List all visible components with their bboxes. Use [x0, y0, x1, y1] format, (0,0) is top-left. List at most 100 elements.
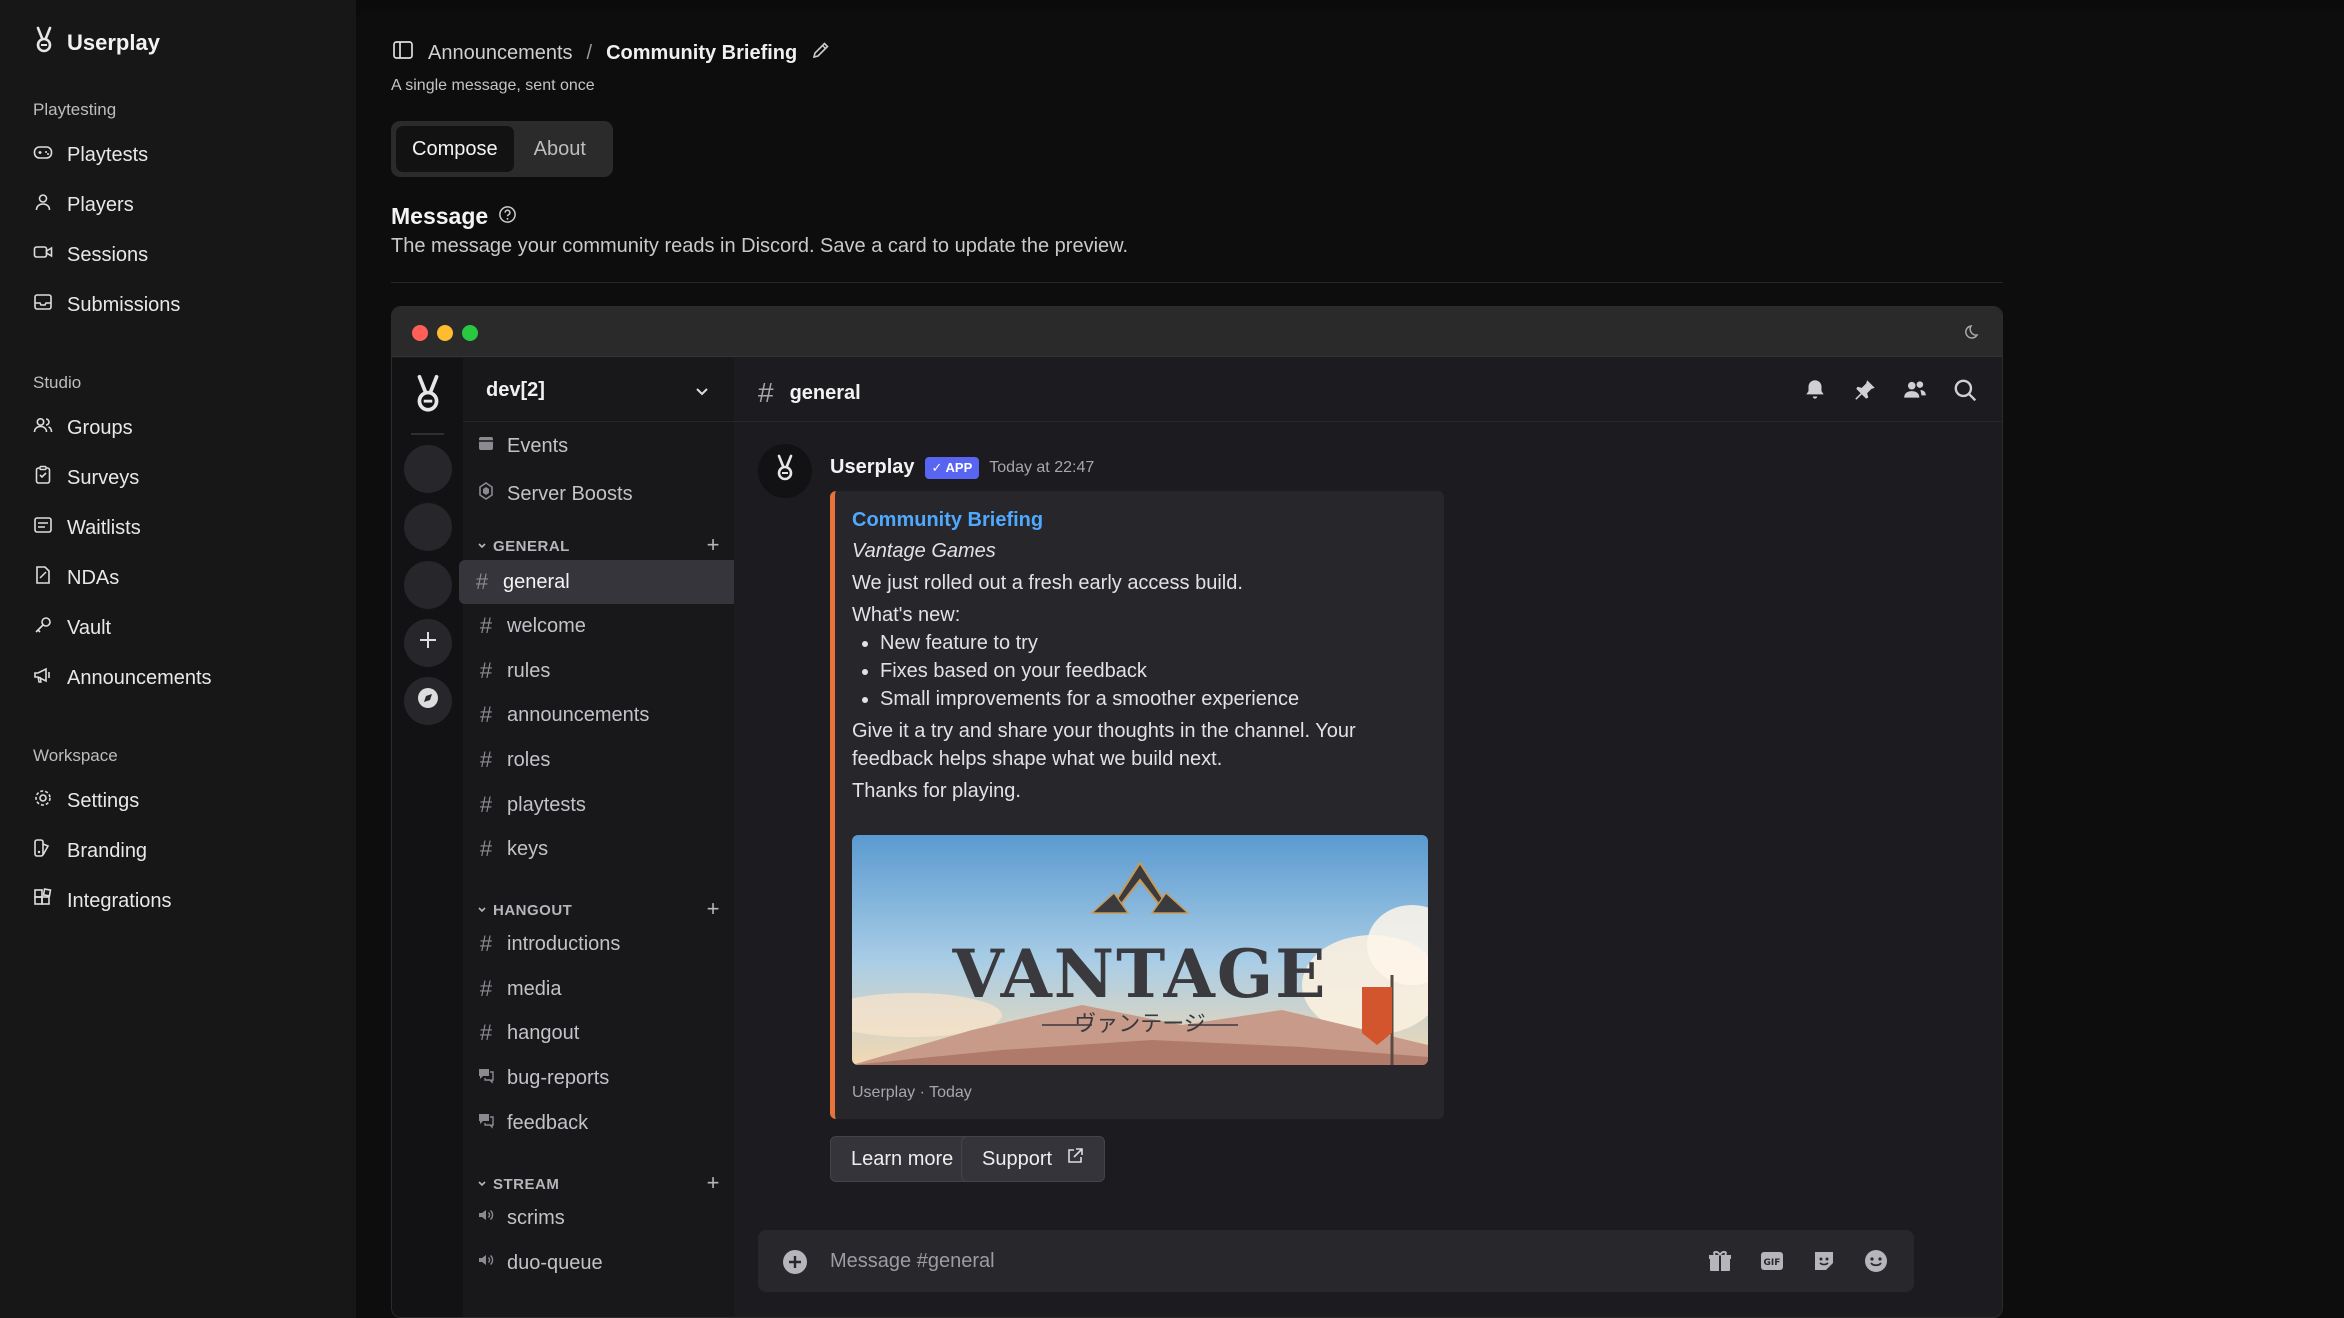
tab-compose[interactable]: Compose — [396, 126, 514, 172]
tab-about[interactable]: About — [518, 126, 602, 172]
server-icon[interactable] — [404, 503, 452, 551]
speaker-icon — [477, 1206, 495, 1230]
add-attachment-icon[interactable] — [782, 1249, 808, 1281]
brand[interactable]: Userplay — [33, 26, 160, 60]
channel-keys[interactable]: # keys — [463, 827, 734, 871]
clipboard-icon — [33, 465, 53, 491]
users-icon — [33, 415, 53, 441]
channel-server-boosts[interactable]: Server Boosts — [463, 472, 734, 516]
embed-body: Give it a try and share your thoughts in… — [852, 720, 1356, 770]
channel-announcements[interactable]: # announcements — [463, 693, 734, 737]
explore-servers-button[interactable] — [404, 677, 452, 725]
page-subtitle: A single message, sent once — [391, 77, 595, 94]
nav-section-studio: Studio — [33, 373, 82, 392]
channel-label: welcome — [507, 614, 586, 637]
nav-item-settings[interactable]: Settings — [33, 788, 139, 814]
channel-duo-queue[interactable]: duo-queue — [463, 1241, 734, 1285]
moon-icon[interactable] — [1964, 323, 1982, 347]
embed-title[interactable]: Community Briefing — [852, 509, 1428, 532]
edit-pencil-icon[interactable] — [811, 40, 831, 66]
nav-label: Vault — [67, 616, 112, 639]
channel-playtests[interactable]: # playtests — [463, 783, 734, 827]
hash-icon: # — [475, 569, 489, 594]
embed-author: Vantage Games — [852, 540, 996, 562]
server-icon[interactable] — [404, 561, 452, 609]
search-icon[interactable] — [1952, 377, 1978, 409]
channel-scrims[interactable]: scrims — [463, 1196, 734, 1240]
nav-item-players[interactable]: Players — [33, 192, 134, 218]
embed-image-title: VANTAGE — [951, 935, 1327, 1013]
nav-item-branding[interactable]: Branding — [33, 838, 147, 864]
add-channel-icon[interactable]: + — [707, 898, 720, 920]
add-channel-icon[interactable]: + — [707, 1172, 720, 1194]
palette-icon — [33, 838, 53, 864]
toggle-sidebar-icon[interactable] — [392, 39, 414, 67]
channel-events[interactable]: Events — [463, 424, 734, 468]
hash-icon: # — [479, 1020, 493, 1045]
channel-hangout[interactable]: # hangout — [463, 1011, 734, 1055]
channel-roles[interactable]: # roles — [463, 738, 734, 782]
avatar[interactable] — [758, 444, 812, 498]
support-button[interactable]: Support — [961, 1136, 1106, 1182]
channel-label: introductions — [507, 932, 621, 955]
nav-item-playtests[interactable]: Playtests — [33, 142, 148, 168]
emoji-icon[interactable] — [1862, 1247, 1890, 1281]
bell-icon[interactable] — [1802, 377, 1828, 409]
nav-item-groups[interactable]: Groups — [33, 415, 133, 441]
nav-item-vault[interactable]: Vault — [33, 615, 111, 641]
gift-icon[interactable] — [1706, 1247, 1734, 1281]
category-general[interactable]: GENERAL + — [477, 534, 720, 558]
gif-icon[interactable]: GIF — [1758, 1247, 1786, 1281]
chevron-down-icon — [477, 902, 487, 919]
pin-icon[interactable] — [1852, 377, 1878, 409]
forum-icon — [477, 1111, 495, 1135]
userplay-server-icon[interactable] — [410, 374, 446, 420]
nav-item-announcements[interactable]: Announcements — [33, 665, 212, 691]
sticker-icon[interactable] — [1810, 1247, 1838, 1281]
message-input[interactable] — [830, 1248, 1630, 1274]
nav-item-ndas[interactable]: NDAs — [33, 565, 119, 591]
megaphone-icon — [33, 665, 53, 691]
nav-section-playtesting: Playtesting — [33, 100, 117, 119]
nav-label: Surveys — [67, 466, 140, 489]
server-header[interactable]: dev[2] — [463, 358, 734, 422]
category-hangout[interactable]: HANGOUT + — [477, 898, 720, 922]
help-circle-icon[interactable] — [498, 203, 517, 230]
list-icon — [33, 515, 53, 541]
list-item: Small improvements for a smoother experi… — [880, 685, 1428, 713]
nav-item-waitlists[interactable]: Waitlists — [33, 515, 141, 541]
members-icon[interactable] — [1902, 377, 1928, 409]
channel-feedback[interactable]: feedback — [463, 1101, 734, 1145]
brand-name: Userplay — [67, 30, 160, 55]
breadcrumb-parent-link[interactable]: Announcements — [428, 42, 573, 65]
userplay-logo-icon — [33, 26, 55, 60]
hash-icon: # — [479, 747, 493, 772]
channel-media[interactable]: # media — [463, 967, 734, 1011]
category-stream[interactable]: STREAM + — [477, 1172, 720, 1196]
nav-item-submissions[interactable]: Submissions — [33, 292, 180, 318]
channel-list: dev[2] Events Server Boosts GENERAL + # … — [459, 358, 773, 1317]
add-server-button[interactable] — [404, 619, 452, 667]
external-link-icon — [1066, 1147, 1084, 1171]
server-icon[interactable] — [404, 445, 452, 493]
channel-rules[interactable]: # rules — [463, 649, 734, 693]
channel-general[interactable]: # general — [459, 560, 773, 604]
hash-icon: # — [479, 658, 493, 683]
channel-welcome[interactable]: # welcome — [463, 604, 734, 648]
nav-label: Integrations — [67, 889, 172, 912]
boost-icon — [477, 482, 495, 506]
nav-item-integrations[interactable]: Integrations — [33, 888, 172, 914]
channel-label: keys — [507, 837, 549, 860]
nav-label: Settings — [67, 789, 140, 812]
channel-introductions[interactable]: # introductions — [463, 922, 734, 966]
main-content: Announcements / Community Briefing A sin… — [356, 9, 2344, 1318]
nav-item-sessions[interactable]: Sessions — [33, 242, 148, 268]
channel-bug-reports[interactable]: bug-reports — [463, 1056, 734, 1100]
channel-label: playtests — [507, 793, 586, 816]
embed-image[interactable]: VANTAGE ヴァンテージ — [852, 835, 1428, 1065]
nav-item-surveys[interactable]: Surveys — [33, 465, 139, 491]
category-label: STREAM — [493, 1175, 560, 1193]
add-channel-icon[interactable]: + — [707, 534, 720, 556]
message-author[interactable]: Userplay — [830, 456, 915, 479]
channel-label: rules — [507, 659, 551, 682]
